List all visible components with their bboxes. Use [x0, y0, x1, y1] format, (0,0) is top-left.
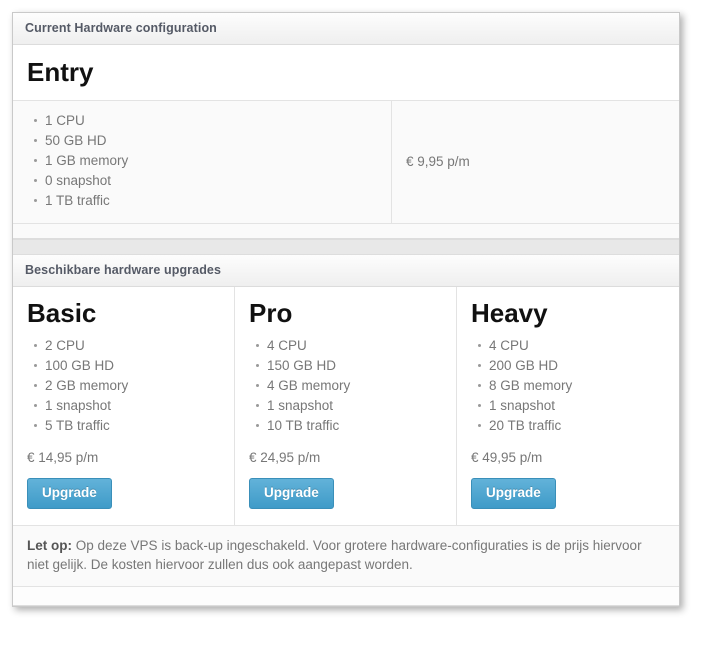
current-plan-price: € 9,95 p/m [406, 154, 470, 170]
hardware-configuration-window: Current Hardware configuration Entry 1 C… [12, 12, 680, 607]
list-item: 50 GB HD [34, 131, 377, 151]
upgrades-panel-heading: Beschikbare hardware upgrades [13, 255, 679, 288]
window-footer-strip [13, 586, 679, 605]
upgrade-plan-name: Basic [27, 298, 97, 329]
upgrade-plan-spec-list: 4 CPU 200 GB HD 8 GB memory 1 snapshot 2… [471, 336, 665, 436]
list-item: 4 CPU [477, 336, 665, 356]
list-item: 200 GB HD [477, 356, 665, 376]
list-item: 4 GB memory [255, 376, 442, 396]
current-plan-body: 1 CPU 50 GB HD 1 GB memory 0 snapshot 1 … [13, 101, 679, 225]
upgrade-plan-card-pro: Pro 4 CPU 150 GB HD 4 GB memory 1 snapsh… [235, 287, 457, 525]
backup-note-text: Op deze VPS is back-up ingeschakeld. Voo… [27, 537, 642, 572]
upgrade-plan-spec-list: 4 CPU 150 GB HD 4 GB memory 1 snapshot 1… [249, 336, 442, 436]
current-plan-name: Entry [27, 57, 94, 87]
upgrade-button-basic[interactable]: Upgrade [27, 477, 112, 509]
list-item: 1 GB memory [34, 151, 377, 171]
current-plan-spec-list: 1 CPU 50 GB HD 1 GB memory 0 snapshot 1 … [27, 111, 377, 211]
upgrade-plan-card-basic: Basic 2 CPU 100 GB HD 2 GB memory 1 snap… [13, 287, 235, 525]
list-item: 1 TB traffic [34, 191, 377, 211]
panel-separator [13, 239, 679, 256]
upgrade-button-heavy[interactable]: Upgrade [470, 477, 556, 509]
list-item: 8 GB memory [477, 376, 665, 396]
upgrade-plan-price: € 14,95 p/m [27, 449, 99, 465]
current-panel-footer-strip [13, 224, 679, 239]
list-item: 1 snapshot [34, 396, 220, 416]
upgrade-plans-grid: Basic 2 CPU 100 GB HD 2 GB memory 1 snap… [13, 287, 679, 526]
list-item: 2 CPU [34, 336, 220, 356]
current-plan-specs-column: 1 CPU 50 GB HD 1 GB memory 0 snapshot 1 … [13, 101, 392, 224]
list-item: 1 snapshot [477, 396, 665, 416]
list-item: 1 CPU [34, 111, 377, 131]
upgrade-plan-name: Pro [248, 298, 293, 329]
list-item: 100 GB HD [34, 356, 220, 376]
upgrades-panel: Beschikbare hardware upgrades Basic 2 CP… [13, 255, 679, 606]
upgrade-plan-price: € 49,95 p/m [470, 449, 543, 465]
list-item: 4 CPU [255, 336, 442, 356]
current-hardware-panel-heading: Current Hardware configuration [13, 13, 679, 45]
list-item: 2 GB memory [34, 376, 220, 396]
backup-note: Let op: Op deze VPS is back-up ingeschak… [13, 525, 679, 587]
list-item: 0 snapshot [34, 171, 377, 191]
backup-note-label: Let op: [27, 537, 72, 553]
upgrade-plan-name: Heavy [470, 298, 548, 329]
current-plan-price-column: € 9,95 p/m [392, 101, 679, 223]
list-item: 150 GB HD [255, 356, 442, 376]
list-item: 5 TB traffic [34, 416, 220, 436]
list-item: 20 TB traffic [477, 416, 665, 436]
current-hardware-panel: Current Hardware configuration Entry 1 C… [13, 13, 679, 240]
list-item: 1 snapshot [255, 396, 442, 416]
list-item: 10 TB traffic [255, 416, 442, 436]
upgrade-plan-price: € 24,95 p/m [248, 449, 321, 465]
upgrade-plan-card-heavy: Heavy 4 CPU 200 GB HD 8 GB memory 1 snap… [457, 287, 679, 525]
current-plan-title-area: Entry [13, 45, 679, 102]
upgrade-plan-spec-list: 2 CPU 100 GB HD 2 GB memory 1 snapshot 5… [27, 336, 220, 436]
upgrade-button-pro[interactable]: Upgrade [248, 477, 334, 509]
